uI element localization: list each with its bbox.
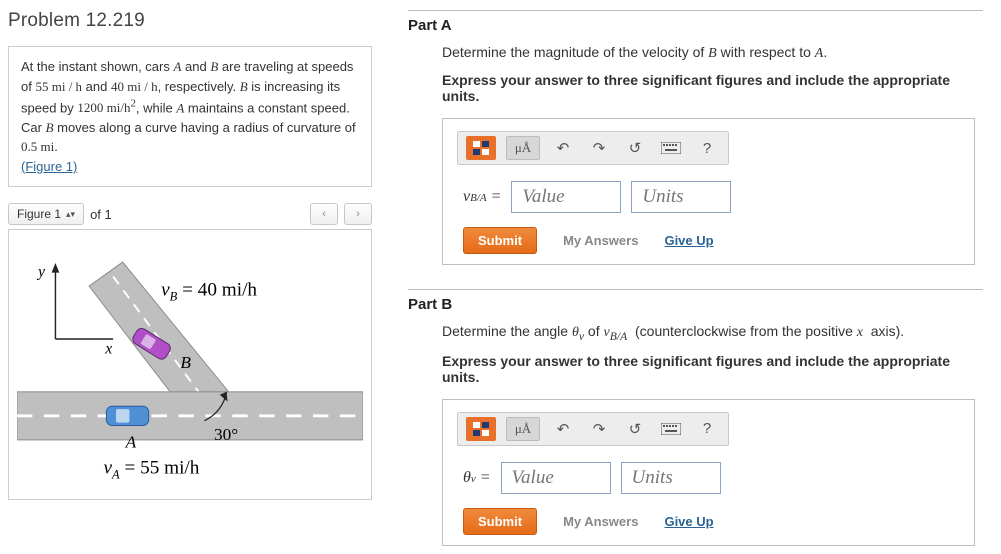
template-picker-icon[interactable] [466,417,496,441]
keyboard-icon[interactable] [658,137,684,159]
part-b-answer-box: μÅ ↶ ↷ ↺ ? θv = Submit My Answers Give U… [442,399,975,546]
toolbar-a: μÅ ↶ ↷ ↺ ? [457,131,729,165]
part-a-answer-box: μÅ ↶ ↷ ↺ ? vB/A = Submit My Answers Give… [442,118,975,265]
problem-statement-box: At the instant shown, cars A and B are t… [8,46,372,187]
template-picker-icon[interactable] [466,136,496,160]
figure-link[interactable]: (Figure 1) [21,159,77,174]
va-label: vA = 55 mi/h [103,458,199,482]
part-a-instruction: Express your answer to three significant… [442,72,983,104]
axis-x-label: x [104,341,112,358]
chevron-updown-icon: ▴▾ [66,209,75,220]
angle-label: 30° [214,425,238,444]
car-b-label: B [180,353,191,372]
part-b-lhs: θv = [463,469,491,487]
part-b-value-input[interactable] [501,462,611,494]
figure-selector-bar: Figure 1 ▴▾ of 1 ‹ › [8,203,372,225]
part-a-question: Determine the magnitude of the velocity … [442,44,983,62]
part-b-instruction: Express your answer to three significant… [442,353,983,385]
part-a-submit-button[interactable]: Submit [463,227,537,254]
help-icon[interactable]: ? [694,418,720,440]
figure-next-button[interactable]: › [344,203,372,225]
car-a-label: A [125,433,137,452]
redo-icon[interactable]: ↷ [586,137,612,159]
redo-icon[interactable]: ↷ [586,418,612,440]
figure-of-text: of 1 [90,207,112,222]
undo-icon[interactable]: ↶ [550,137,576,159]
figure-prev-button[interactable]: ‹ [310,203,338,225]
problem-title: Problem 12.219 [8,10,372,32]
part-b-submit-button[interactable]: Submit [463,508,537,535]
vb-label: vB = 40 mi/h [161,280,257,304]
axis-y-label: y [36,264,45,281]
reset-icon[interactable]: ↺ [622,137,648,159]
part-a-giveup-link[interactable]: Give Up [664,233,713,248]
part-a-value-input[interactable] [511,181,621,213]
units-button[interactable]: μÅ [506,417,540,441]
part-b-my-answers[interactable]: My Answers [563,514,638,529]
part-b-title: Part B [408,296,983,313]
part-a-my-answers[interactable]: My Answers [563,233,638,248]
part-a-title: Part A [408,17,983,34]
toolbar-b: μÅ ↶ ↷ ↺ ? [457,412,729,446]
problem-statement: At the instant shown, cars A and B are t… [21,59,356,154]
undo-icon[interactable]: ↶ [550,418,576,440]
part-b-units-input[interactable] [621,462,721,494]
keyboard-icon[interactable] [658,418,684,440]
figure-selector[interactable]: Figure 1 ▴▾ [8,203,84,225]
reset-icon[interactable]: ↺ [622,418,648,440]
help-icon[interactable]: ? [694,137,720,159]
figure-selector-label: Figure 1 [17,207,61,221]
part-a-units-input[interactable] [631,181,731,213]
units-button[interactable]: μÅ [506,136,540,160]
figure-canvas: y x B [8,229,372,500]
part-a-lhs: vB/A = [463,188,501,206]
part-b-question: Determine the angle θv of vB/A (counterc… [442,323,983,343]
part-b-giveup-link[interactable]: Give Up [664,514,713,529]
